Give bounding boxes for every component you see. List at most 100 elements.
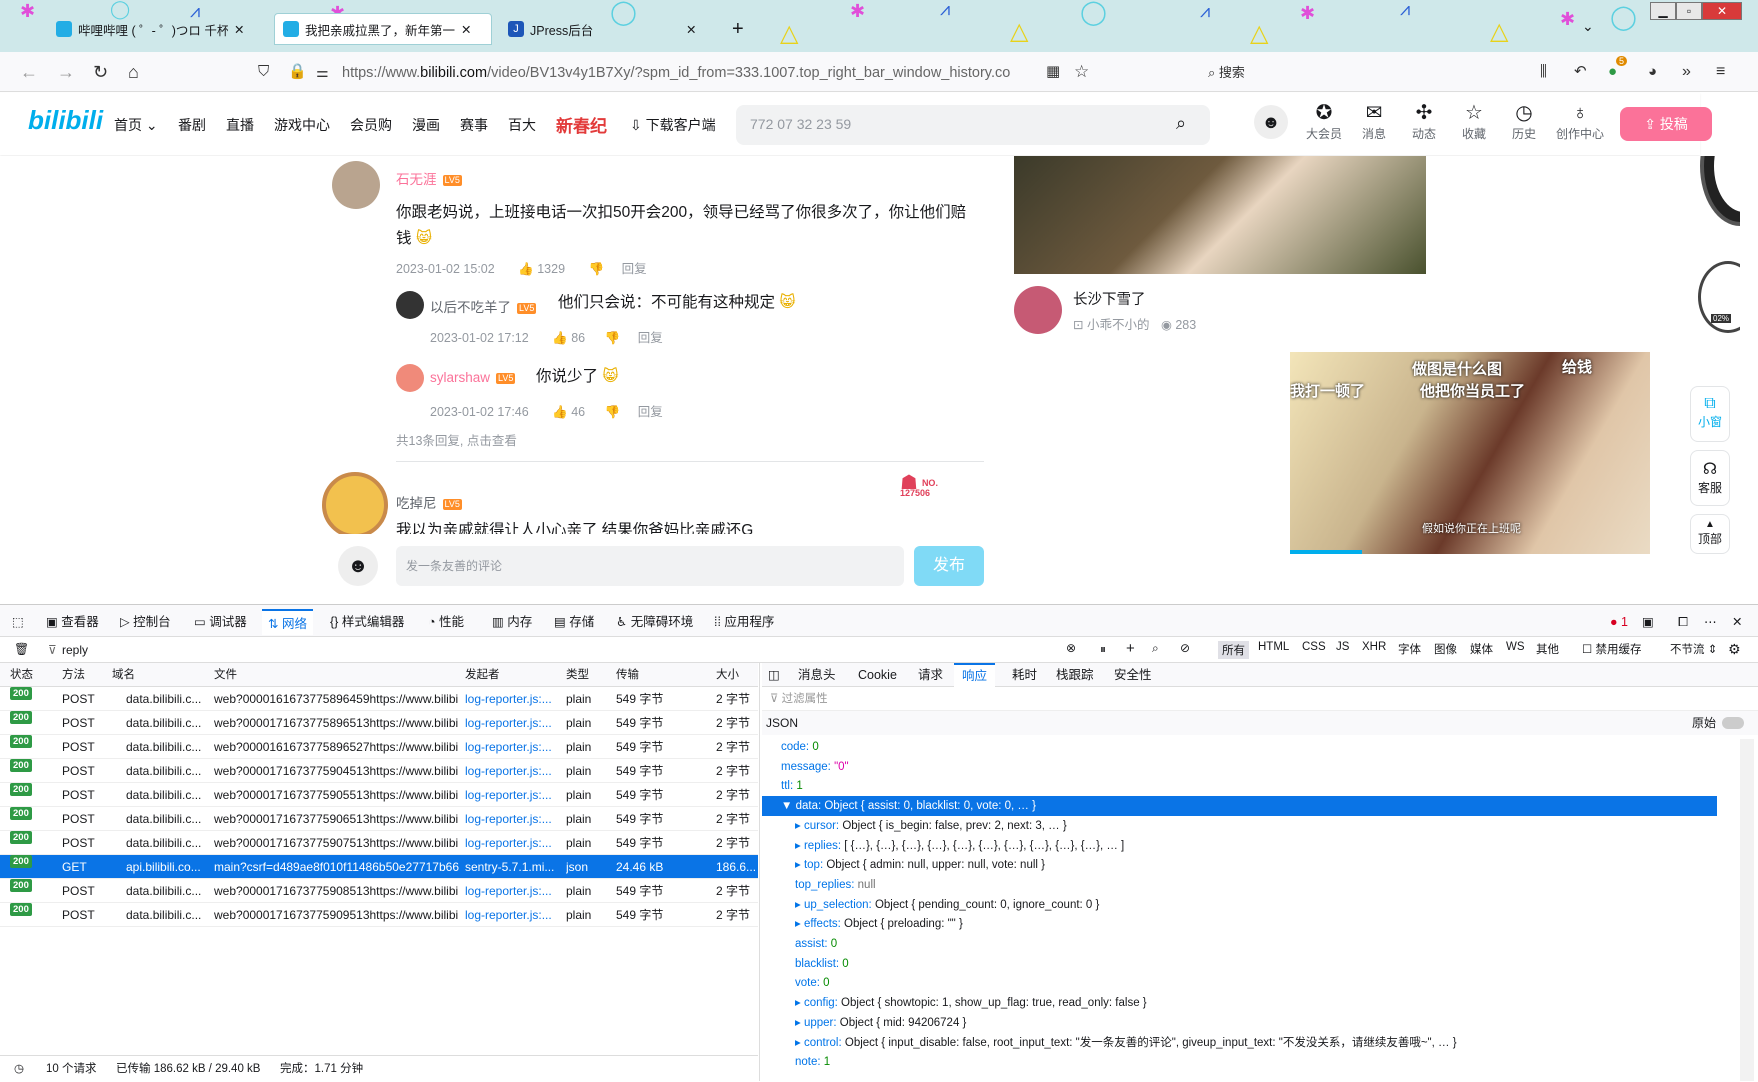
- tab-storage[interactable]: ▤ 存储: [554, 609, 594, 635]
- disable-cache-checkbox[interactable]: ☐ 禁用缓存: [1582, 641, 1642, 657]
- dislike-icon[interactable]: 👎: [605, 405, 621, 419]
- col-initiator[interactable]: 发起者: [465, 663, 500, 687]
- nav-home[interactable]: 首页 ⌄: [114, 115, 158, 135]
- tab-timings[interactable]: 耗时: [1012, 663, 1037, 687]
- json-line[interactable]: assist: 0: [795, 934, 1750, 954]
- tab-bilibili-home[interactable]: 哔哩哔哩 ( ゜- ゜)つロ 千杯~-bili ✕: [48, 13, 263, 45]
- close-devtools-icon[interactable]: ✕: [1732, 609, 1742, 635]
- filter-xhr[interactable]: XHR: [1362, 641, 1386, 653]
- filter-font[interactable]: 字体: [1398, 641, 1421, 657]
- block-icon[interactable]: ⊘: [1180, 641, 1190, 655]
- menu-icon[interactable]: ≡: [1716, 62, 1725, 82]
- avatar[interactable]: [332, 161, 380, 209]
- close-window-button[interactable]: ✕: [1702, 2, 1742, 20]
- nav-anime[interactable]: 番剧: [178, 115, 206, 135]
- user-avatar[interactable]: ☻: [1254, 105, 1288, 139]
- tab-application[interactable]: ⁞⁞ 应用程序: [714, 609, 774, 635]
- col-domain[interactable]: 域名: [112, 663, 135, 687]
- tab-console[interactable]: ▷ 控制台: [120, 609, 171, 635]
- undo-icon[interactable]: ↶: [1574, 62, 1587, 82]
- avatar[interactable]: [396, 364, 424, 392]
- like-icon[interactable]: 👍 1329: [518, 262, 565, 276]
- profile-icon[interactable]: ◕: [1648, 62, 1657, 82]
- tab-jpress[interactable]: J JPress后台 ✕: [500, 13, 715, 45]
- tab-response[interactable]: 响应: [954, 663, 996, 687]
- reply-button[interactable]: 回复: [638, 405, 663, 419]
- close-tab-icon[interactable]: ✕: [686, 22, 696, 37]
- tab-headers[interactable]: 消息头: [798, 663, 836, 687]
- comment-username[interactable]: 吃掉尼 LV5: [396, 492, 462, 512]
- filter-url-input[interactable]: reply: [62, 643, 88, 657]
- minimize-button[interactable]: ▁: [1650, 2, 1676, 20]
- filter-media[interactable]: 媒体: [1470, 641, 1493, 657]
- nav-spring[interactable]: 新春纪: [556, 112, 607, 137]
- tab-video[interactable]: 我把亲戚拉黑了，新年第一天我就 ✕: [274, 13, 492, 45]
- json-line[interactable]: ▸ config: Object { showtopic: 1, show_up…: [795, 993, 1750, 1013]
- filter-other[interactable]: 其他: [1536, 641, 1559, 657]
- like-icon[interactable]: 👍 86: [552, 331, 585, 345]
- video-thumbnail[interactable]: [1014, 156, 1426, 274]
- close-tab-icon[interactable]: ✕: [461, 22, 471, 37]
- tab-inspector[interactable]: ▣ 查看器: [46, 609, 99, 635]
- tab-request[interactable]: 请求: [918, 663, 943, 687]
- filter-css[interactable]: CSS: [1302, 641, 1326, 653]
- json-line[interactable]: ▼ data: Object { assist: 0, blacklist: 0…: [762, 796, 1717, 817]
- pause-icon[interactable]: ⏸: [1100, 642, 1106, 657]
- json-line[interactable]: ▸ replies: [ {…}, {…}, {…}, {…}, {…}, {……: [795, 836, 1750, 856]
- tab-memory[interactable]: ▥ 内存: [492, 609, 532, 635]
- tab-security[interactable]: 安全性: [1114, 663, 1152, 687]
- json-line[interactable]: top_replies: null: [795, 875, 1750, 895]
- more-options-icon[interactable]: ⋯: [1704, 609, 1717, 635]
- search-icon[interactable]: ⌕: [1152, 641, 1159, 656]
- nav-esports[interactable]: 赛事: [460, 115, 488, 135]
- json-line[interactable]: message: "0": [781, 757, 1736, 777]
- back-to-top-button[interactable]: ▲ 顶部: [1690, 514, 1730, 554]
- bookmark-star-icon[interactable]: ☆: [1074, 62, 1089, 82]
- back-icon[interactable]: ←: [20, 62, 38, 82]
- lock-icon[interactable]: 🔒: [288, 62, 307, 82]
- filter-js[interactable]: JS: [1336, 641, 1349, 653]
- json-line[interactable]: ▸ upper: Object { mid: 94206724 }: [795, 1013, 1750, 1033]
- throttle-select[interactable]: 不节流 ⇕: [1670, 641, 1717, 657]
- comment-input[interactable]: 发一条友善的评论: [396, 546, 904, 586]
- filter-html[interactable]: HTML: [1258, 641, 1289, 653]
- search-icon[interactable]: ⌕: [1176, 113, 1186, 134]
- mini-window-button[interactable]: ⧉ 小窗: [1690, 386, 1730, 442]
- header-creator[interactable]: ♁ 创作中心: [1552, 101, 1608, 142]
- col-transfer[interactable]: 传输: [616, 663, 639, 687]
- tab-network[interactable]: ⇅ 网络: [262, 609, 313, 635]
- header-dynamic[interactable]: ✣ 动态: [1402, 101, 1446, 142]
- error-badge[interactable]: ● 1: [1610, 609, 1628, 635]
- browser-search-box[interactable]: ⌕ 搜索: [1208, 60, 1468, 86]
- json-line[interactable]: ▸ control: Object { input_disable: false…: [795, 1033, 1750, 1053]
- bilibili-search-input[interactable]: 772 07 32 23 59 ⌕: [736, 105, 1210, 145]
- json-line[interactable]: vote: 0: [795, 973, 1750, 993]
- shield-icon[interactable]: ⛉: [258, 62, 269, 82]
- library-icon[interactable]: ⫼: [1540, 62, 1547, 82]
- reply-username[interactable]: sylarshaw LV5: [430, 370, 516, 385]
- tab-accessibility[interactable]: ♿ 无障碍环境: [616, 609, 693, 635]
- table-row[interactable]: 200 GET api.bilibili.co... main?csrf=d489ae…: [0, 855, 758, 879]
- overflow-icon[interactable]: »: [1682, 62, 1691, 82]
- filter-ws[interactable]: WS: [1506, 641, 1525, 653]
- split-console-icon[interactable]: ▣: [1642, 609, 1654, 635]
- table-row[interactable]: 200 POST data.bilibili.c... web?00001716737…: [0, 807, 758, 831]
- filter-image[interactable]: 图像: [1434, 641, 1457, 657]
- col-status[interactable]: 状态: [10, 663, 33, 687]
- header-history[interactable]: ◷ 历史: [1502, 101, 1546, 142]
- filter-properties-input[interactable]: ⊽ 过滤属性: [762, 687, 1758, 711]
- maximize-button[interactable]: ▫: [1676, 2, 1702, 20]
- like-icon[interactable]: 👍 46: [552, 405, 585, 419]
- reply-button[interactable]: 回复: [622, 262, 647, 276]
- table-row[interactable]: 200 POST data.bilibili.c... web?00001716737…: [0, 759, 758, 783]
- nav-manga[interactable]: 漫画: [412, 115, 440, 135]
- bilibili-logo[interactable]: bilibili: [28, 105, 103, 136]
- table-row[interactable]: 200 POST data.bilibili.c... web?00001716737…: [0, 711, 758, 735]
- tab-stack-trace[interactable]: 栈跟踪: [1056, 663, 1094, 687]
- comment-username[interactable]: 石无涯 LV5: [396, 168, 462, 188]
- col-file[interactable]: 文件: [214, 663, 237, 687]
- url-bar[interactable]: https://www.bilibili.com/video/BV13v4y1B…: [342, 60, 1037, 86]
- json-line[interactable]: code: 0: [781, 737, 1736, 757]
- tab-cookies[interactable]: Cookie: [858, 663, 897, 687]
- table-row[interactable]: 200 POST data.bilibili.c... web?00001716737…: [0, 879, 758, 903]
